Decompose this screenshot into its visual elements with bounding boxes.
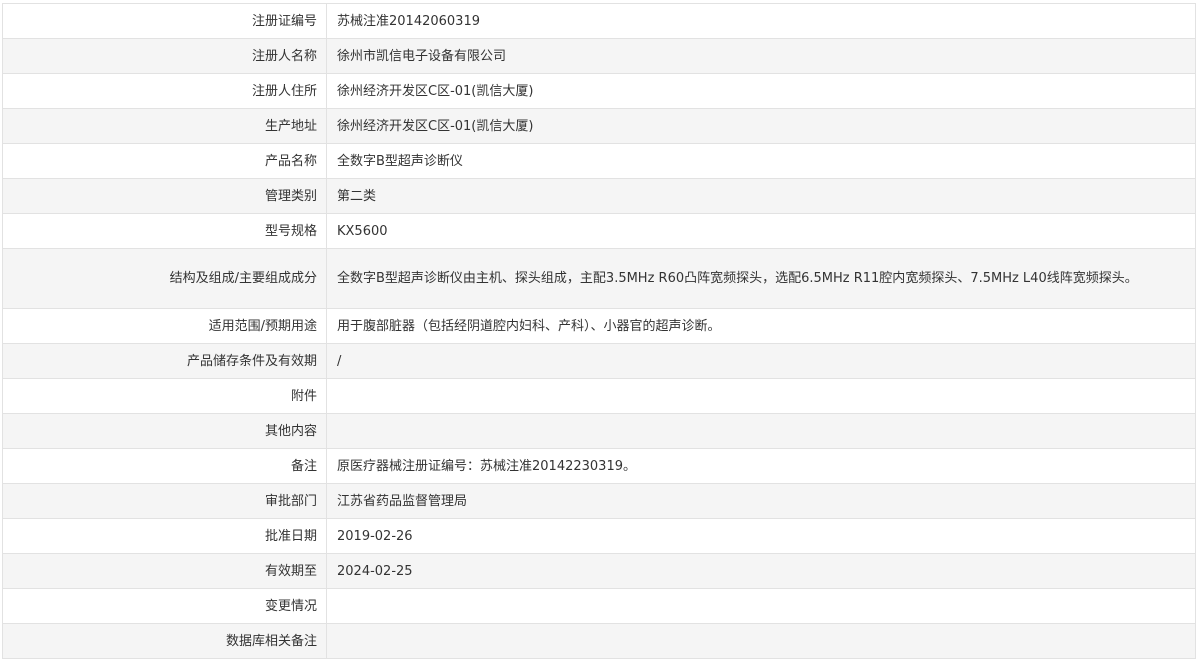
label-database-notes: 数据库相关备注 — [2, 623, 327, 659]
value-remarks: 原医疗器械注册证编号：苏械注准20142230319。 — [326, 448, 1196, 484]
value-attachments — [326, 378, 1196, 414]
row-model-spec: 型号规格 KX5600 — [2, 213, 1196, 249]
label-registration-number: 注册证编号 — [2, 3, 327, 39]
row-storage-validity: 产品储存条件及有效期 / — [2, 343, 1196, 379]
row-approval-department: 审批部门 江苏省药品监督管理局 — [2, 483, 1196, 519]
row-database-notes: 数据库相关备注 — [2, 623, 1196, 659]
label-approval-department: 审批部门 — [2, 483, 327, 519]
label-remarks: 备注 — [2, 448, 327, 484]
row-approval-date: 批准日期 2019-02-26 — [2, 518, 1196, 554]
label-registrant-address: 注册人住所 — [2, 73, 327, 109]
label-other-content: 其他内容 — [2, 413, 327, 449]
label-attachments: 附件 — [2, 378, 327, 414]
value-intended-use: 用于腹部脏器（包括经阴道腔内妇科、产科）、小器官的超声诊断。 — [326, 308, 1196, 344]
value-approval-date: 2019-02-26 — [326, 518, 1196, 554]
row-attachments: 附件 — [2, 378, 1196, 414]
value-change-history — [326, 588, 1196, 624]
label-valid-until: 有效期至 — [2, 553, 327, 589]
row-production-address: 生产地址 徐州经济开发区C区-01(凯信大厦) — [2, 108, 1196, 144]
row-registrant-address: 注册人住所 徐州经济开发区C区-01(凯信大厦) — [2, 73, 1196, 109]
label-approval-date: 批准日期 — [2, 518, 327, 554]
value-management-category: 第二类 — [326, 178, 1196, 214]
value-storage-validity: / — [326, 343, 1196, 379]
value-approval-department: 江苏省药品监督管理局 — [326, 483, 1196, 519]
row-registrant-name: 注册人名称 徐州市凯信电子设备有限公司 — [2, 38, 1196, 74]
label-change-history: 变更情况 — [2, 588, 327, 624]
label-product-name: 产品名称 — [2, 143, 327, 179]
row-management-category: 管理类别 第二类 — [2, 178, 1196, 214]
value-structure-composition: 全数字B型超声诊断仪由主机、探头组成，主配3.5MHz R60凸阵宽频探头，选配… — [326, 248, 1196, 309]
value-production-address: 徐州经济开发区C区-01(凯信大厦) — [326, 108, 1196, 144]
row-structure-composition: 结构及组成/主要组成成分 全数字B型超声诊断仪由主机、探头组成，主配3.5MHz… — [2, 248, 1196, 309]
label-registrant-name: 注册人名称 — [2, 38, 327, 74]
label-management-category: 管理类别 — [2, 178, 327, 214]
registration-table: 注册证编号 苏械注准20142060319 注册人名称 徐州市凯信电子设备有限公… — [2, 3, 1196, 659]
label-structure-composition: 结构及组成/主要组成成分 — [2, 248, 327, 309]
value-other-content — [326, 413, 1196, 449]
label-storage-validity: 产品储存条件及有效期 — [2, 343, 327, 379]
value-valid-until: 2024-02-25 — [326, 553, 1196, 589]
value-registrant-name: 徐州市凯信电子设备有限公司 — [326, 38, 1196, 74]
row-change-history: 变更情况 — [2, 588, 1196, 624]
row-other-content: 其他内容 — [2, 413, 1196, 449]
registration-detail: 注册证编号 苏械注准20142060319 注册人名称 徐州市凯信电子设备有限公… — [2, 3, 1196, 659]
row-intended-use: 适用范围/预期用途 用于腹部脏器（包括经阴道腔内妇科、产科）、小器官的超声诊断。 — [2, 308, 1196, 344]
row-remarks: 备注 原医疗器械注册证编号：苏械注准20142230319。 — [2, 448, 1196, 484]
value-database-notes — [326, 623, 1196, 659]
value-registration-number: 苏械注准20142060319 — [326, 3, 1196, 39]
value-registrant-address: 徐州经济开发区C区-01(凯信大厦) — [326, 73, 1196, 109]
label-production-address: 生产地址 — [2, 108, 327, 144]
row-registration-number: 注册证编号 苏械注准20142060319 — [2, 3, 1196, 39]
value-product-name: 全数字B型超声诊断仪 — [326, 143, 1196, 179]
label-intended-use: 适用范围/预期用途 — [2, 308, 327, 344]
value-model-spec: KX5600 — [326, 213, 1196, 249]
row-product-name: 产品名称 全数字B型超声诊断仪 — [2, 143, 1196, 179]
row-valid-until: 有效期至 2024-02-25 — [2, 553, 1196, 589]
label-model-spec: 型号规格 — [2, 213, 327, 249]
